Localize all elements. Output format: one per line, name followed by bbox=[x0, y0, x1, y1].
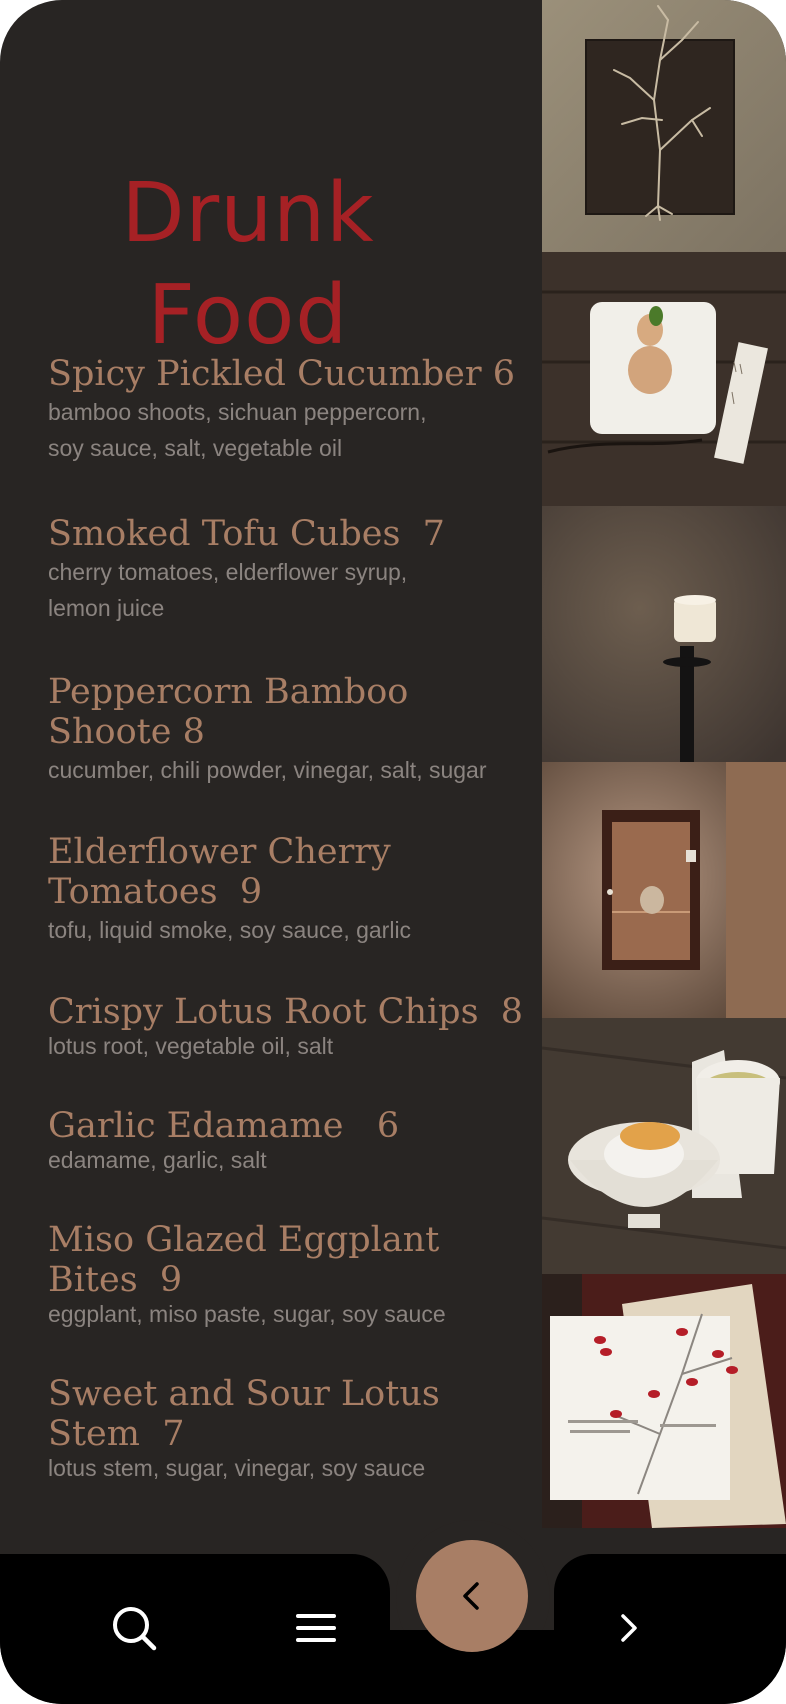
search-icon[interactable] bbox=[108, 1602, 160, 1654]
menu-item[interactable]: Garlic Edamame 6 edamame, garlic, salt bbox=[48, 1106, 548, 1174]
menu-item-name: Spicy Pickled Cucumber 6 bbox=[48, 354, 515, 394]
menu-item-name: Elderflower Cherry Tomatoes 9 bbox=[48, 832, 391, 912]
menu-item[interactable]: Spicy Pickled Cucumber 6 bamboo shoots, … bbox=[48, 354, 548, 466]
photo-wall-niche[interactable] bbox=[542, 762, 786, 1018]
photo-dessert-plate[interactable] bbox=[542, 252, 786, 506]
menu-item[interactable]: Smoked Tofu Cubes 7 cherry tomatoes, eld… bbox=[48, 514, 548, 626]
menu-item[interactable]: Elderflower Cherry Tomatoes 9 tofu, liqu… bbox=[48, 832, 548, 948]
menu-item-description: lotus root, vegetable oil, salt bbox=[48, 1033, 334, 1059]
menu-item[interactable]: Miso Glazed Eggplant Bites 9 eggplant, m… bbox=[48, 1220, 548, 1328]
forward-icon[interactable] bbox=[608, 1608, 648, 1648]
menu-item-name: Sweet and Sour Lotus Stem 7 bbox=[48, 1374, 440, 1454]
menu-item-name: Miso Glazed Eggplant Bites 9 bbox=[48, 1220, 440, 1300]
menu-item-description: cherry tomatoes, elderflower syrup, lemo… bbox=[48, 559, 408, 621]
back-icon bbox=[463, 1582, 479, 1610]
menu-item-name: Peppercorn Bamboo Shoote 8 bbox=[48, 672, 409, 752]
menu-item[interactable]: Crispy Lotus Root Chips 8 lotus root, ve… bbox=[48, 992, 548, 1060]
photo-candle[interactable] bbox=[542, 506, 786, 762]
title-line-1: Drunk bbox=[121, 165, 375, 261]
menu-item-description: eggplant, miso paste, sugar, soy sauce bbox=[48, 1301, 446, 1327]
photo-dried-branch[interactable] bbox=[542, 0, 786, 252]
bottom-nav-right bbox=[554, 1554, 786, 1704]
back-button[interactable] bbox=[416, 1540, 528, 1652]
menu-item-description: tofu, liquid smoke, soy sauce, garlic bbox=[48, 917, 412, 943]
menu-icon[interactable] bbox=[292, 1610, 340, 1646]
photo-rice-bowl[interactable] bbox=[542, 1018, 786, 1274]
menu-item[interactable]: Sweet and Sour Lotus Stem 7 lotus stem, … bbox=[48, 1374, 548, 1482]
menu-item-description: bamboo shoots, sichuan peppercorn, soy s… bbox=[48, 399, 427, 461]
photo-column bbox=[542, 0, 786, 1528]
page-title: Drunk Food bbox=[48, 163, 448, 367]
menu-item-description: cucumber, chili powder, vinegar, salt, s… bbox=[48, 757, 487, 783]
menu-item-name: Smoked Tofu Cubes 7 bbox=[48, 514, 445, 554]
menu-item-description: lotus stem, sugar, vinegar, soy sauce bbox=[48, 1455, 426, 1481]
menu-item-name: Garlic Edamame 6 bbox=[48, 1106, 400, 1146]
app-screen: Drunk Food Spicy Pickled Cucumber 6 bamb… bbox=[0, 0, 786, 1704]
title-line-2: Food bbox=[147, 267, 349, 363]
menu-item-name: Crispy Lotus Root Chips 8 bbox=[48, 992, 524, 1032]
menu-item[interactable]: Peppercorn Bamboo Shoote 8 cucumber, chi… bbox=[48, 672, 548, 788]
menu-item-description: edamame, garlic, salt bbox=[48, 1147, 267, 1173]
photo-menu-card[interactable] bbox=[542, 1274, 786, 1528]
